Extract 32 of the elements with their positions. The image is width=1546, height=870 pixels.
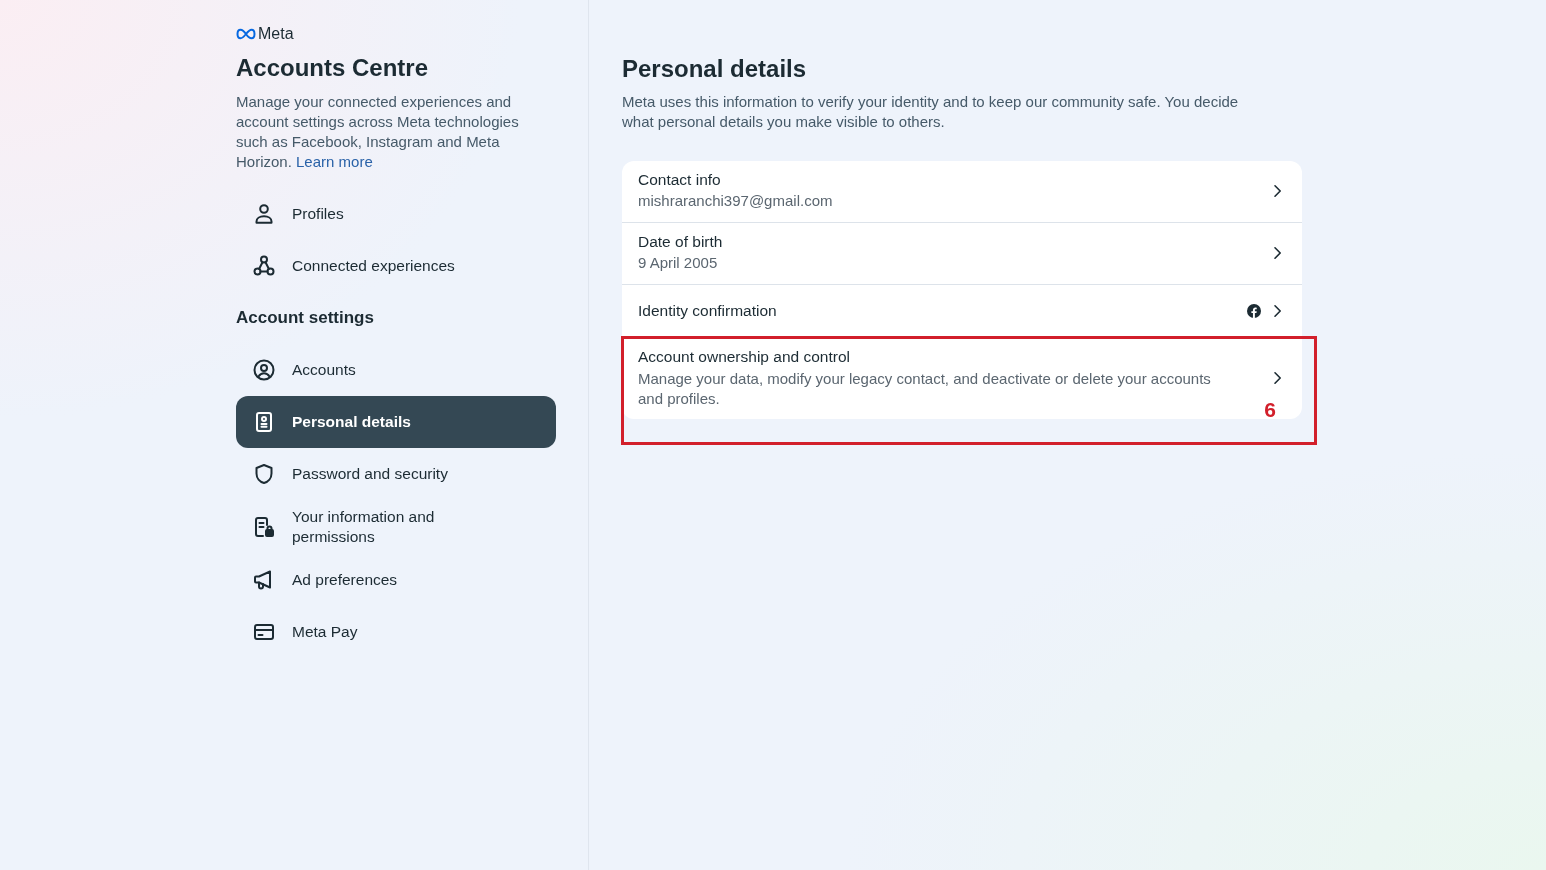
page-title: Personal details <box>622 54 808 84</box>
settings-row[interactable]: Date of birth 9 April 2005 <box>622 222 1302 284</box>
nav-item[interactable]: Ad preferences <box>236 554 556 606</box>
learn-more-link[interactable]: Learn more <box>296 153 373 170</box>
connected-nodes-icon <box>252 254 276 278</box>
settings-row[interactable]: Contact info mishraranchi397@gmail.com <box>622 161 1302 222</box>
row-title: Date of birth <box>638 232 724 252</box>
page-description: Meta uses this information to verify your identity and to keep our community safe. You decide what personal details you make visible to others. <box>622 92 1240 132</box>
nav-item[interactable]: Password and security <box>236 448 556 500</box>
facebook-logo-icon <box>1247 304 1261 318</box>
brand-name: Meta <box>258 24 294 44</box>
nav-item[interactable]: Your information and permissions <box>236 500 556 554</box>
nav-item[interactable]: Meta Pay <box>236 606 556 658</box>
annotation-number: 6 <box>1264 398 1276 422</box>
row-value: mishraranchi397@gmail.com <box>638 191 834 211</box>
row-description: Manage your data, modify your legacy contact, and deactivate or delete your accounts and profiles. <box>638 369 1212 409</box>
nav-item[interactable]: Connected experiences <box>236 240 556 292</box>
nav-item[interactable]: Accounts <box>236 344 556 396</box>
row-title: Identity confirmation <box>638 301 778 321</box>
user-circle-icon <box>252 358 276 382</box>
row-title: Contact info <box>638 170 722 190</box>
row-title: Account ownership and control <box>638 347 851 367</box>
document-lock-icon <box>252 515 276 539</box>
settings-row[interactable]: Identity confirmation <box>622 284 1302 337</box>
person-icon <box>252 202 276 226</box>
section-heading: Account settings <box>236 307 375 329</box>
nav-item[interactable]: Profiles <box>236 188 556 240</box>
infinity-logo-icon <box>236 28 256 40</box>
sidebar-title: Accounts Centre <box>236 53 430 83</box>
sidebar-description: Manage your connected experiences and account settings across Meta technologies such as Facebook, Instagram and Meta Horizon. Learn more <box>236 92 520 172</box>
row-value: 9 April 2005 <box>638 253 719 273</box>
nav-item[interactable]: Personal details <box>236 396 556 448</box>
